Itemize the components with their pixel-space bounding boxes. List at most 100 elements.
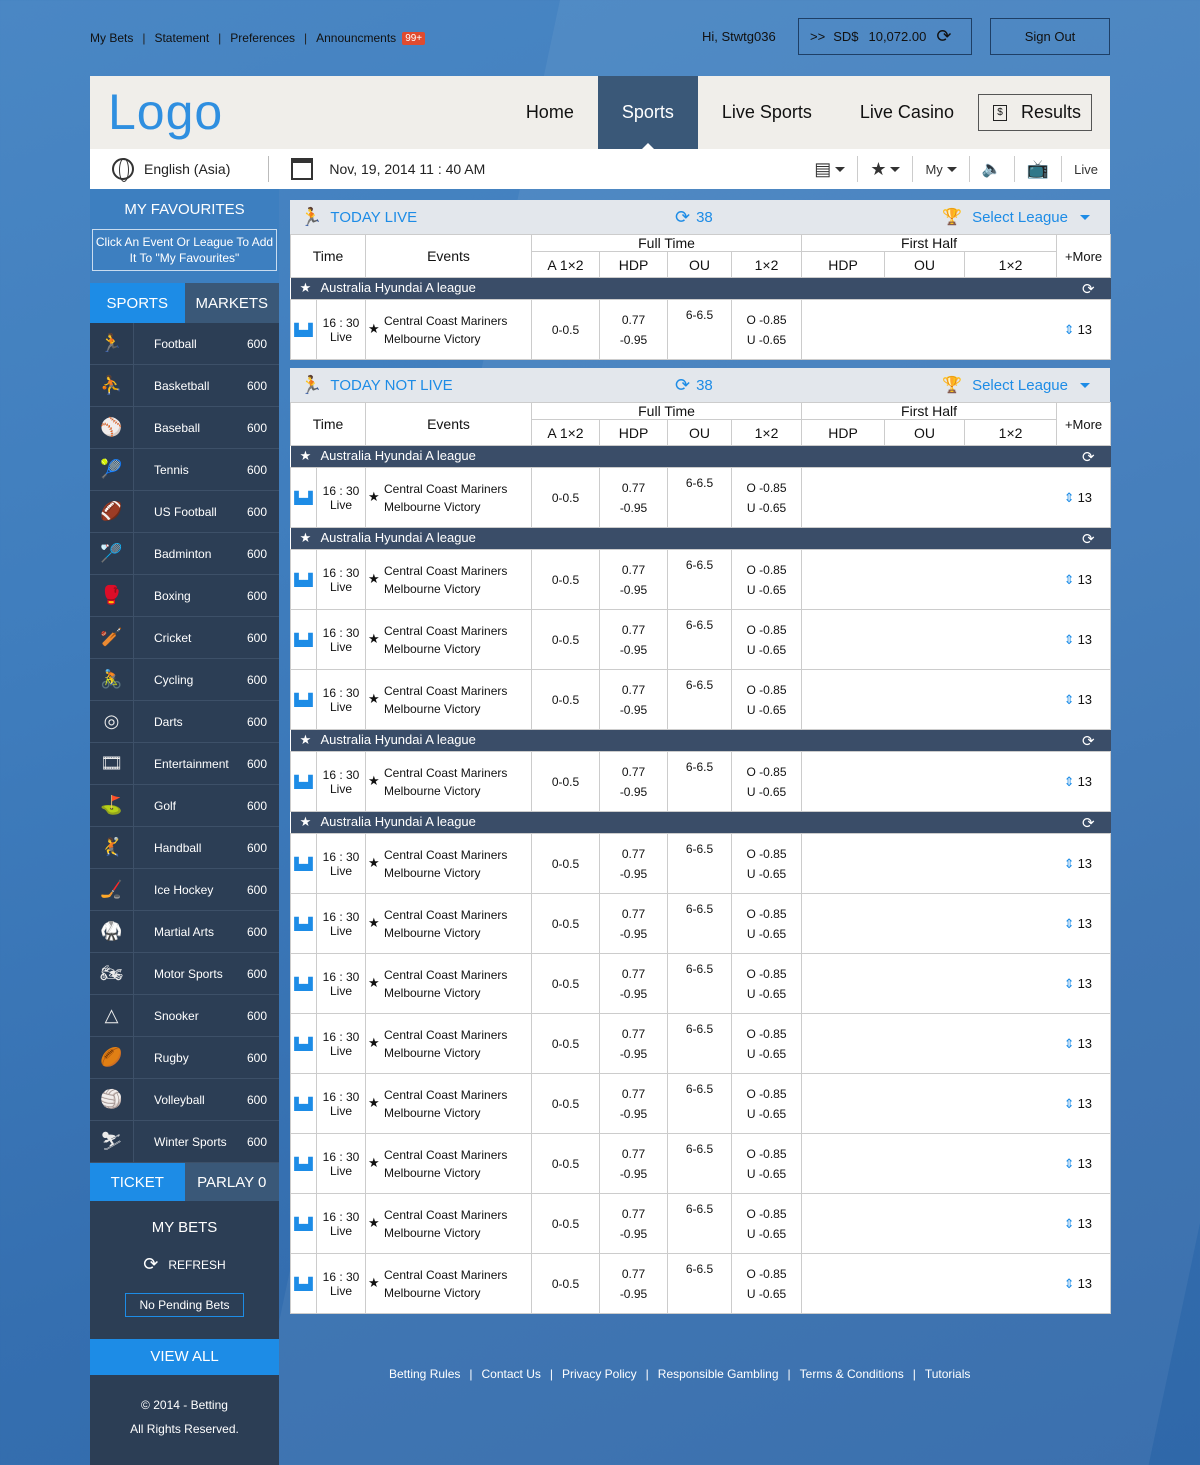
sidebar-item-rugby[interactable]: 🏉 Rugby 600 — [90, 1037, 279, 1079]
select-league-dropdown[interactable]: 🏆 Select League — [942, 207, 1090, 227]
refresh-league-icon[interactable]: ⟳ — [1082, 530, 1095, 548]
more-markets[interactable]: ⇕ 13 — [801, 893, 1112, 954]
hdp-home-odds[interactable]: 0.77 — [600, 844, 667, 864]
over-odds[interactable]: O -0.85 — [732, 1264, 801, 1284]
stats-icon[interactable]: ▙▟ — [290, 549, 317, 610]
hdp-away-odds[interactable]: -0.95 — [600, 1224, 667, 1244]
hdp-away-odds[interactable]: -0.95 — [600, 782, 667, 802]
favourite-star-icon[interactable]: ★ — [368, 1214, 384, 1232]
hdp-home-odds[interactable]: 0.77 — [600, 1144, 667, 1164]
sidebar-item-tennis[interactable]: 🎾 Tennis 600 — [90, 449, 279, 491]
over-odds[interactable]: O -0.85 — [732, 620, 801, 640]
tv-toggle[interactable]: 📺 — [1013, 156, 1061, 182]
hdp-away-odds[interactable]: -0.95 — [600, 640, 667, 660]
sidebar-item-cricket[interactable]: 🏏 Cricket 600 — [90, 617, 279, 659]
sidebar-item-cycling[interactable]: 🚴 Cycling 600 — [90, 659, 279, 701]
event-teams[interactable]: ★ Central Coast Mariners Melbourne Victory — [365, 299, 532, 360]
sidebar-item-entertainment[interactable]: 🎞 Entertainment 600 — [90, 743, 279, 785]
hdp-odds[interactable]: 0.77 -0.95 — [599, 751, 668, 812]
hdp-odds[interactable]: 0.77 -0.95 — [599, 1073, 668, 1134]
under-odds[interactable]: U -0.65 — [732, 984, 801, 1004]
favourite-star-icon[interactable]: ★ — [368, 320, 384, 338]
stats-icon[interactable]: ▙▟ — [290, 893, 317, 954]
sign-out-button[interactable]: Sign Out — [990, 18, 1110, 55]
sidebar-item-ice-hockey[interactable]: 🏒 Ice Hockey 600 — [90, 869, 279, 911]
hdp-odds[interactable]: 0.77 -0.95 — [599, 467, 668, 528]
under-odds[interactable]: U -0.65 — [732, 1284, 801, 1304]
over-odds[interactable]: O -0.85 — [732, 762, 801, 782]
ou-odds[interactable]: O -0.85 U -0.65 — [730, 751, 803, 812]
under-odds[interactable]: U -0.65 — [732, 924, 801, 944]
refresh-league-icon[interactable]: ⟳ — [1082, 280, 1095, 298]
under-odds[interactable]: U -0.65 — [732, 864, 801, 884]
under-odds[interactable]: U -0.65 — [732, 700, 801, 720]
stats-icon[interactable]: ▙▟ — [290, 299, 317, 360]
footer-link-responsible-gambling[interactable]: Responsible Gambling — [658, 1367, 779, 1381]
more-markets[interactable]: ⇕ 13 — [801, 1133, 1112, 1194]
tab-parlay[interactable]: PARLAY 0 — [184, 1163, 279, 1201]
refresh-league-icon[interactable]: ⟳ — [1082, 814, 1095, 832]
my-menu[interactable]: My — [912, 156, 968, 182]
sidebar-item-motor-sports[interactable]: 🏍 Motor Sports 600 — [90, 953, 279, 995]
under-odds[interactable]: U -0.65 — [732, 330, 801, 350]
under-odds[interactable]: U -0.65 — [732, 782, 801, 802]
hdp-odds[interactable]: 0.77 -0.95 — [599, 833, 668, 894]
hdp-home-odds[interactable]: 0.77 — [600, 478, 667, 498]
hdp-home-odds[interactable]: 0.77 — [600, 620, 667, 640]
favourite-star-icon[interactable]: ★ — [368, 488, 384, 506]
nav-sports[interactable]: Sports — [597, 76, 698, 149]
footer-link-tutorials[interactable]: Tutorials — [925, 1367, 971, 1381]
link-preferences[interactable]: Preferences — [230, 31, 295, 45]
link-announcements[interactable]: Announcments — [316, 31, 396, 45]
sidebar-item-snooker[interactable]: △ Snooker 600 — [90, 995, 279, 1037]
link-statement[interactable]: Statement — [154, 31, 209, 45]
event-teams[interactable]: ★ Central Coast Mariners Melbourne Victory — [365, 893, 532, 954]
event-teams[interactable]: ★ Central Coast Mariners Melbourne Victory — [365, 1073, 532, 1134]
more-markets[interactable]: ⇕ 13 — [801, 669, 1112, 730]
favourite-star-icon[interactable]: ★ — [368, 854, 384, 872]
hdp-odds[interactable]: 0.77 -0.95 — [599, 1013, 668, 1074]
footer-link-contact-us[interactable]: Contact Us — [482, 1367, 541, 1381]
hdp-away-odds[interactable]: -0.95 — [600, 1044, 667, 1064]
over-odds[interactable]: O -0.85 — [732, 844, 801, 864]
refresh-count[interactable]: ⟳ 38 — [675, 375, 713, 396]
more-markets[interactable]: ⇕ 13 — [801, 1013, 1112, 1074]
league-header[interactable]: ★ Australia Hyundai A league ⟳ — [290, 445, 1111, 468]
favourite-star-icon[interactable]: ★ — [368, 772, 384, 790]
hdp-away-odds[interactable]: -0.95 — [600, 498, 667, 518]
event-teams[interactable]: ★ Central Coast Mariners Melbourne Victory — [365, 1013, 532, 1074]
hdp-odds[interactable]: 0.77 -0.95 — [599, 1253, 668, 1314]
ou-odds[interactable]: O -0.85 U -0.65 — [730, 833, 803, 894]
stats-icon[interactable]: ▙▟ — [290, 833, 317, 894]
ou-odds[interactable]: O -0.85 U -0.65 — [730, 953, 803, 1014]
hdp-away-odds[interactable]: -0.95 — [600, 1104, 667, 1124]
hdp-away-odds[interactable]: -0.95 — [600, 1284, 667, 1304]
more-markets[interactable]: ⇕ 13 — [801, 1073, 1112, 1134]
event-teams[interactable]: ★ Central Coast Mariners Melbourne Victory — [365, 1133, 532, 1194]
refresh-league-icon[interactable]: ⟳ — [1082, 448, 1095, 466]
live-toggle[interactable]: Live — [1061, 156, 1110, 182]
hdp-home-odds[interactable]: 0.77 — [600, 1264, 667, 1284]
link-my-bets[interactable]: My Bets — [90, 31, 133, 45]
more-markets[interactable]: ⇕ 13 — [801, 1193, 1112, 1254]
more-markets-header[interactable]: +More — [1056, 402, 1112, 446]
event-teams[interactable]: ★ Central Coast Mariners Melbourne Victory — [365, 549, 532, 610]
stats-icon[interactable]: ▙▟ — [290, 1133, 317, 1194]
stats-icon[interactable]: ▙▟ — [290, 669, 317, 730]
more-markets[interactable]: ⇕ 13 — [801, 609, 1112, 670]
league-header[interactable]: ★ Australia Hyundai A league ⟳ — [290, 729, 1111, 752]
sidebar-item-baseball[interactable]: ⚾ Baseball 600 — [90, 407, 279, 449]
sidebar-item-football[interactable]: 🏃 Football 600 — [90, 323, 279, 365]
hdp-odds[interactable]: 0.77 -0.95 — [599, 893, 668, 954]
sidebar-item-darts[interactable]: ◎ Darts 600 — [90, 701, 279, 743]
star-icon[interactable]: ★ — [291, 814, 321, 830]
stats-icon[interactable]: ▙▟ — [290, 609, 317, 670]
refresh-count[interactable]: ⟳ 38 — [675, 207, 713, 228]
star-icon[interactable]: ★ — [291, 448, 321, 464]
event-teams[interactable]: ★ Central Coast Mariners Melbourne Victory — [365, 467, 532, 528]
over-odds[interactable]: O -0.85 — [732, 478, 801, 498]
stats-icon[interactable]: ▙▟ — [290, 751, 317, 812]
footer-link-privacy-policy[interactable]: Privacy Policy — [562, 1367, 637, 1381]
hdp-home-odds[interactable]: 0.77 — [600, 1024, 667, 1044]
hdp-home-odds[interactable]: 0.77 — [600, 560, 667, 580]
